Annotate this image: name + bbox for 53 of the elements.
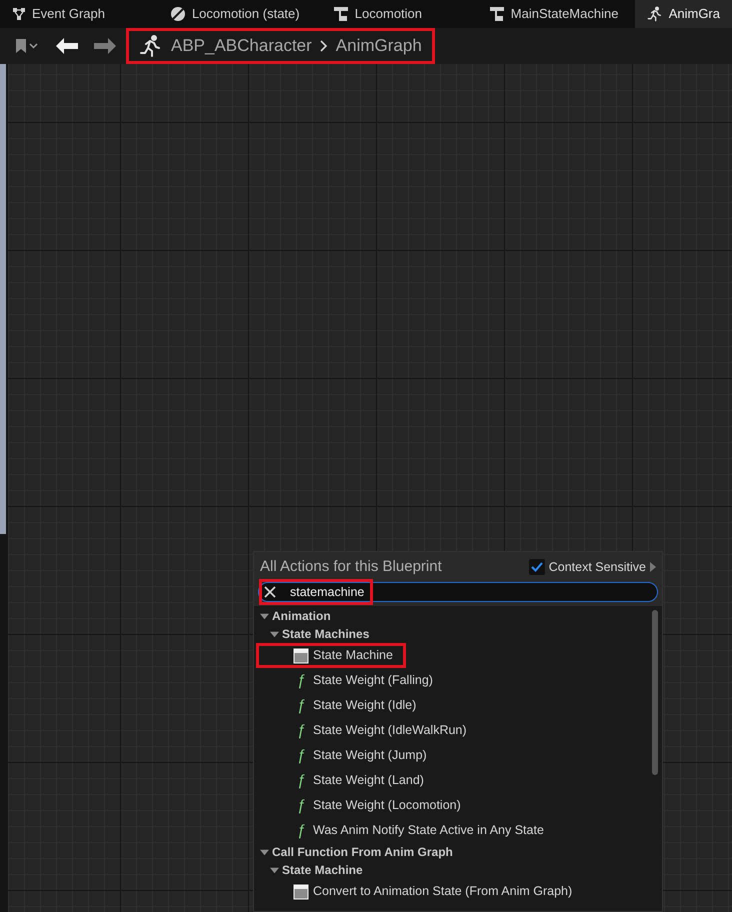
forward-arrow-icon[interactable] [94, 38, 116, 54]
editor-tab[interactable]: Locomotion [320, 0, 477, 28]
clear-icon[interactable] [264, 586, 276, 598]
category-label[interactable]: State Machine [282, 861, 363, 879]
context-sensitive-checkbox[interactable] [528, 559, 545, 575]
category-label[interactable]: Call Function From Anim Graph [272, 843, 453, 861]
chevron-right-icon [320, 40, 328, 52]
action-item[interactable]: ƒ State Weight (Jump) [256, 743, 440, 768]
expand-arrow-icon[interactable] [650, 562, 656, 572]
function-icon: ƒ [293, 698, 309, 713]
action-item[interactable]: ƒ Was Anim Notify State Active in Any State [256, 818, 557, 843]
action-item[interactable]: Convert to Animation State (From Anim Graph) [256, 879, 586, 904]
function-icon: ƒ [293, 748, 309, 763]
function-icon: ƒ [293, 673, 309, 688]
checkmark-icon [530, 562, 543, 572]
graph-icon [12, 7, 26, 21]
editor-tab[interactable]: Locomotion (state) [158, 0, 321, 28]
bookmark-dropdown[interactable] [14, 39, 40, 53]
hierarchy-icon [332, 6, 349, 22]
function-icon: ƒ [293, 773, 309, 788]
back-arrow-icon[interactable] [56, 38, 78, 54]
expanded-arrow-icon[interactable] [260, 612, 269, 620]
expanded-arrow-icon[interactable] [260, 848, 269, 856]
node-icon [293, 884, 309, 900]
category-label[interactable]: State Machines [282, 625, 370, 643]
action-item[interactable]: State Machine [256, 643, 406, 668]
action-item[interactable]: ƒ State Weight (Land) [256, 768, 437, 793]
caret-icon [29, 43, 38, 49]
menu-title: All Actions for this Blueprint [260, 556, 442, 577]
function-icon: ƒ [293, 798, 309, 813]
editor-tab[interactable]: Event Graph [0, 0, 158, 28]
scrollbar-thumb[interactable] [652, 610, 658, 775]
breadcrumb-link[interactable]: ABP_ABCharacter [171, 33, 312, 59]
bookmark-icon [16, 39, 26, 53]
running-figure-icon [139, 34, 163, 58]
category-label[interactable]: Animation [272, 607, 331, 625]
node-icon [293, 648, 309, 664]
action-item[interactable]: ƒ State Weight (Falling) [256, 668, 446, 693]
running-figure-icon [646, 6, 663, 22]
checkbox-label[interactable]: Context Sensitive [548, 558, 646, 576]
editor-tab[interactable]: MainStateMachine [476, 0, 635, 28]
function-icon: ƒ [293, 723, 309, 738]
hierarchy-icon [488, 6, 505, 22]
action-item[interactable]: ƒ State Weight (Locomotion) [256, 793, 474, 818]
function-icon: ƒ [293, 823, 309, 838]
expanded-arrow-icon[interactable] [270, 630, 279, 638]
slashed-circle-icon [170, 6, 186, 22]
expanded-arrow-icon[interactable] [270, 866, 279, 874]
breadcrumb-link[interactable]: AnimGraph [336, 33, 422, 59]
action-item[interactable]: ƒ State Weight (IdleWalkRun) [256, 718, 480, 743]
search-field[interactable]: statemachine [258, 582, 658, 602]
editor-tab[interactable]: AnimGra [634, 0, 732, 28]
action-item[interactable]: ƒ State Weight (Idle) [256, 693, 430, 718]
